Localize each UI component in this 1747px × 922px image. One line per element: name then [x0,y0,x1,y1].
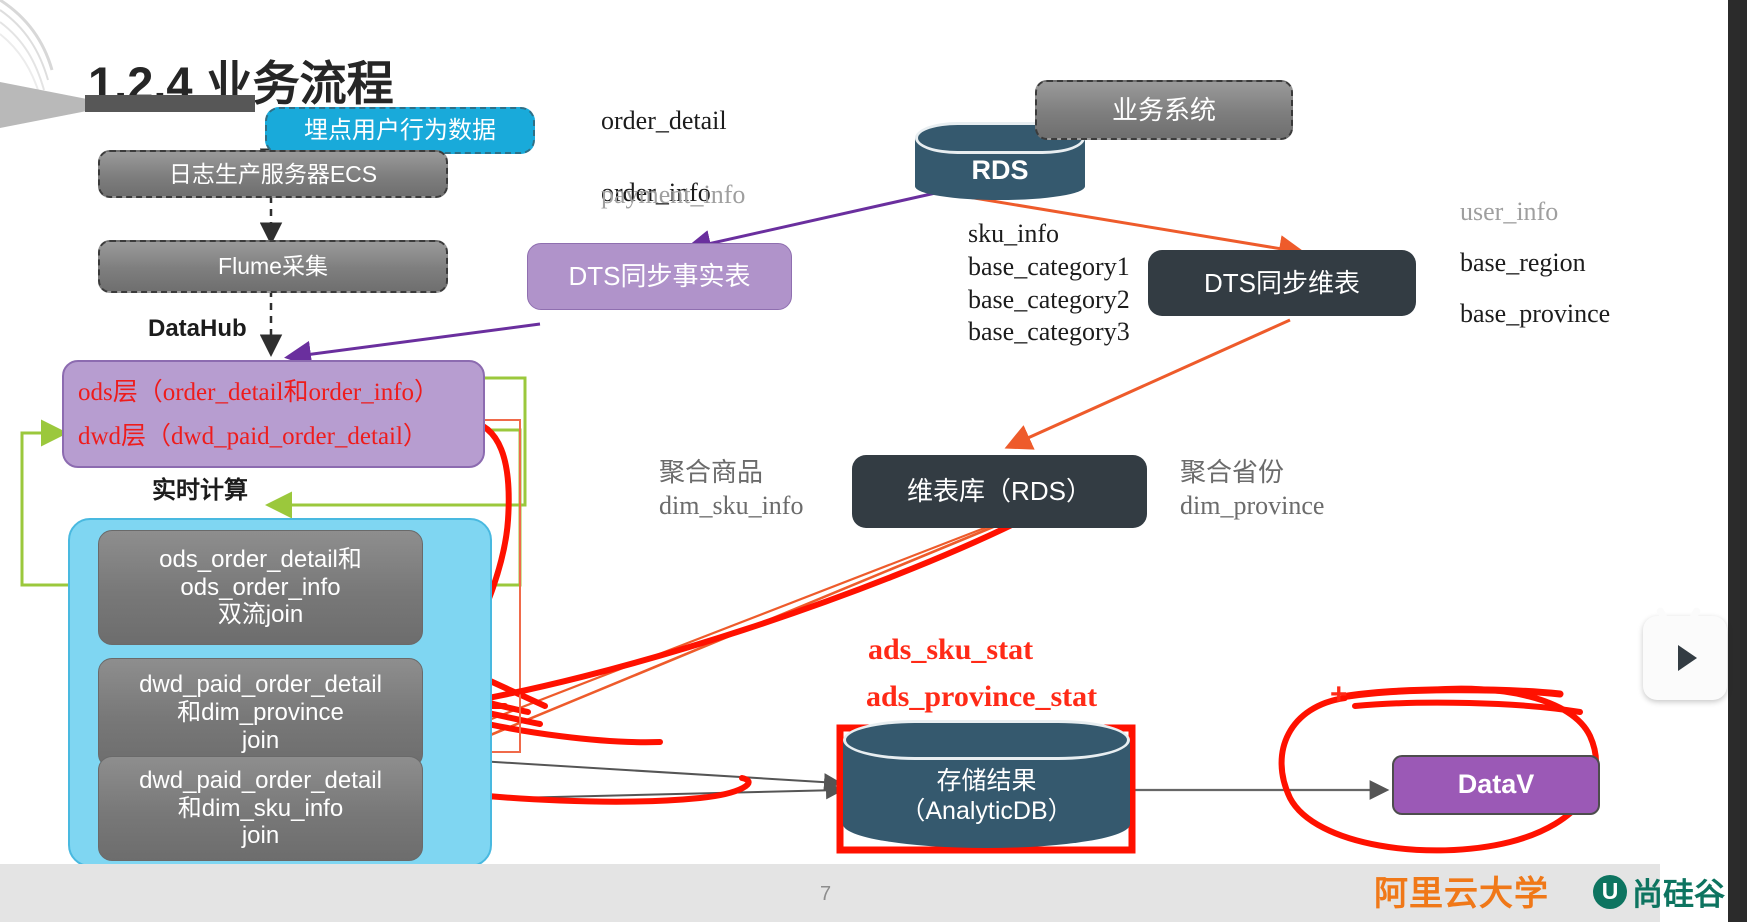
label-realtime-compute: 实时计算 [152,477,248,504]
label-user-info-greyed: user_info [1460,197,1559,226]
label-agg-province-title: 聚合省份 [1180,457,1285,487]
label-base-province: base_province [1460,299,1611,328]
node-rds-label: RDS [971,155,1029,185]
label-fact-tables-greyed: payment_info [601,180,746,209]
label-agg-province-table: dim_province [1180,491,1325,520]
brand-aliyun-university: 阿里云大学 [1374,875,1549,913]
label-dim-tables: sku_info base_category1 base_category2 b… [968,219,1130,347]
label-ads-province-stat: ads_province_stat [866,680,1098,713]
label-agg-sku-title: 聚合商品 [659,457,764,487]
node-flume: Flume采集 [98,240,448,293]
label-agg-sku-table: dim_sku_info [659,491,804,520]
node-log-server: 日志生产服务器ECS [98,150,448,198]
node-business-system-label: 业务系统 [1111,94,1216,125]
node-log-server-label: 日志生产服务器ECS [168,160,378,187]
title-underline-bar [85,95,255,112]
brand-atguigu: U 尚硅谷 [1593,869,1725,914]
node-job-sku-join: dwd_paid_order_detail 和dim_sku_info join [98,756,423,861]
node-tracking-chip-label: 埋点用户行为数据 [304,116,496,144]
node-datav-label: DataV [1457,769,1535,800]
node-dts-fact-sync: DTS同步事实表 [527,243,792,310]
node-job-dual-stream-join: ods_order_detail和 ods_order_info 双流join [98,530,423,645]
label-ink-plus: + [1330,678,1348,711]
node-dim-database-label: 维表库（RDS） [907,476,1092,507]
node-flume-label: Flume采集 [218,253,328,280]
atguigu-logo-icon: U [1593,874,1627,909]
node-job-dual-stream-join-label: ods_order_detail和 ods_order_info 双流join [159,545,362,629]
node-storage-label-line2: （AnalyticDB） [900,797,1073,825]
label-datahub: DataHub [148,315,247,342]
label-ods-line1: ods层（order_detail和order_info） [78,379,440,406]
node-datav: DataV [1392,755,1600,815]
node-job-province-join: dwd_paid_order_detail 和dim_province join [98,658,423,768]
node-job-province-join-label: dwd_paid_order_detail 和dim_province join [139,671,382,754]
node-business-system: 业务系统 [1035,80,1293,140]
decorative-swoosh [0,0,86,160]
node-storage-cylinder: 存储结果 （AnalyticDB） [843,720,1130,848]
slide-canvas: 1.2.4 业务流程 埋点用户行为数据 日志生产服务器ECS Flume采集 D… [0,0,1747,922]
node-dts-dim-sync: DTS同步维表 [1148,250,1416,316]
right-edge-strip [1728,0,1747,922]
label-ads-sku-stat: ads_sku_stat [868,633,1034,666]
node-dts-dim-sync-label: DTS同步维表 [1203,267,1360,298]
node-tracking-chip: 埋点用户行为数据 [265,107,535,154]
play-icon[interactable] [1677,645,1697,671]
node-job-sku-join-label: dwd_paid_order_detail 和dim_sku_info join [139,766,382,850]
video-antenna-icon [1655,606,1710,628]
floating-video-widget[interactable] [1643,606,1727,700]
node-dim-database: 维表库（RDS） [852,455,1147,528]
label-base-region: base_region [1460,248,1586,277]
label-ods-line2: dwd层（dwd_paid_order_detail） [78,423,428,450]
page-number: 7 [820,883,832,905]
node-dts-fact-sync-label: DTS同步事实表 [568,261,751,292]
decorative-wedge [0,82,92,128]
brand-atguigu-label: 尚硅谷 [1632,877,1725,912]
node-storage-label-line1: 存储结果 [936,767,1037,795]
